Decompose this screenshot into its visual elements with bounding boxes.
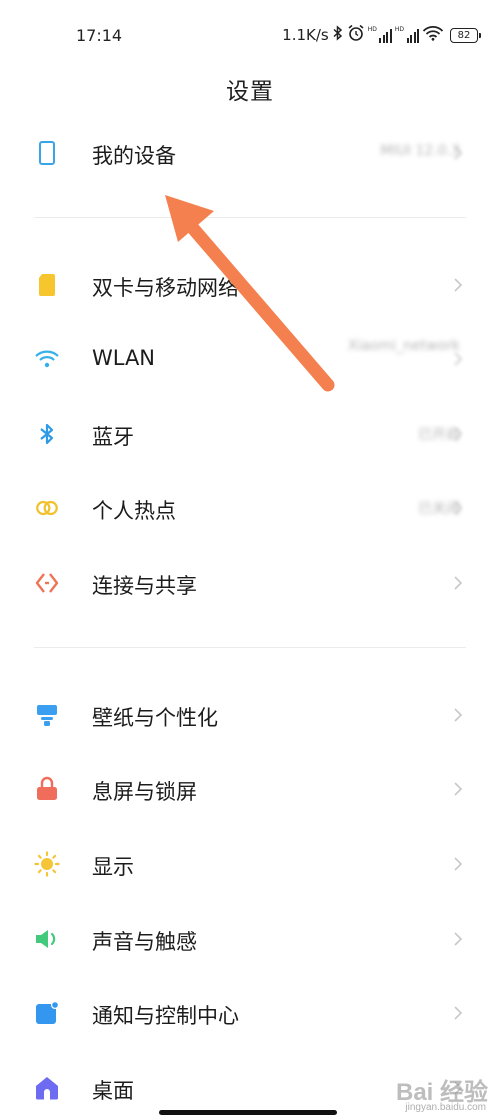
settings-item-value: Xiaomi_network <box>347 338 460 354</box>
chevron-right-icon <box>450 276 466 294</box>
hotspot-icon <box>34 495 60 521</box>
settings-item-label: 声音与触感 <box>92 930 197 954</box>
share-icon <box>34 570 60 596</box>
chevron-right-icon <box>450 780 466 798</box>
bluetooth-status-icon <box>332 25 344 45</box>
settings-item-sound[interactable]: 声音与触感 <box>0 908 500 968</box>
chevron-right-icon <box>450 144 466 162</box>
chevron-right-icon <box>450 930 466 948</box>
settings-item-label: 息屏与锁屏 <box>92 780 197 804</box>
chevron-right-icon <box>450 425 466 443</box>
net-speed: 1.1K/s <box>282 26 329 44</box>
watermark: Bai 经验 jingyan.baidu.com <box>392 1066 488 1116</box>
settings-item-value: MIUI 12.0.3 <box>380 143 460 159</box>
watermark-url: jingyan.baidu.com <box>405 1102 486 1113</box>
settings-item-label: 双卡与移动网络 <box>92 276 239 300</box>
home-icon <box>34 1075 60 1101</box>
page-title: 设置 <box>226 79 274 105</box>
chevron-right-icon <box>450 499 466 517</box>
battery-icon: 82 <box>450 27 481 43</box>
settings-item-label: WLAN <box>92 346 156 370</box>
home-indicator[interactable] <box>159 1110 337 1115</box>
bluetooth-icon <box>34 421 60 447</box>
chevron-right-icon <box>450 1004 466 1022</box>
settings-item-label: 蓝牙 <box>92 425 134 449</box>
signal-icon-2: HD <box>395 27 419 43</box>
settings-item-label: 显示 <box>92 855 134 879</box>
battery-level: 82 <box>457 29 471 41</box>
chevron-right-icon <box>450 574 466 592</box>
wallpaper-icon <box>34 702 60 728</box>
settings-item-connection-sharing[interactable]: 连接与共享 <box>0 552 500 612</box>
settings-item-wlan[interactable]: WLAN Xiaomi_network <box>0 328 500 388</box>
phone-outline-icon <box>34 140 60 166</box>
settings-item-label: 桌面 <box>92 1079 134 1103</box>
lock-icon <box>34 776 60 802</box>
settings-item-my-device[interactable]: 我的设备 MIUI 12.0.3 <box>0 122 500 182</box>
status-bar: 17:14 1.1K/s HD HD 82 <box>0 0 500 70</box>
wifi-icon <box>34 346 60 372</box>
status-time: 17:14 <box>76 26 123 45</box>
settings-item-wallpaper[interactable]: 壁纸与个性化 <box>0 684 500 744</box>
divider <box>34 217 466 218</box>
chevron-right-icon <box>450 706 466 724</box>
sun-icon <box>34 851 60 877</box>
settings-item-label: 个人热点 <box>92 499 176 523</box>
settings-item-dual-sim[interactable]: 双卡与移动网络 <box>0 254 500 314</box>
chevron-right-icon <box>450 350 466 368</box>
chevron-right-icon <box>450 855 466 873</box>
settings-item-hotspot[interactable]: 个人热点 已关闭 <box>0 477 500 537</box>
alarm-icon <box>347 24 365 46</box>
settings-item-label: 我的设备 <box>92 144 176 168</box>
notification-icon <box>34 1000 60 1026</box>
settings-item-label: 通知与控制中心 <box>92 1004 239 1028</box>
divider <box>34 647 466 648</box>
settings-item-bluetooth[interactable]: 蓝牙 已开启 <box>0 403 500 463</box>
settings-item-label: 连接与共享 <box>92 574 197 598</box>
settings-item-display[interactable]: 显示 <box>0 833 500 893</box>
wifi-status-icon <box>422 25 444 45</box>
settings-item-notifications[interactable]: 通知与控制中心 <box>0 982 500 1042</box>
status-icons: 1.1K/s HD HD 82 <box>282 24 481 46</box>
signal-icon: HD <box>368 27 392 43</box>
settings-item-lock-screen[interactable]: 息屏与锁屏 <box>0 758 500 818</box>
speaker-icon <box>34 926 60 952</box>
sim-card-icon <box>34 272 60 298</box>
settings-item-label: 壁纸与个性化 <box>92 706 218 730</box>
